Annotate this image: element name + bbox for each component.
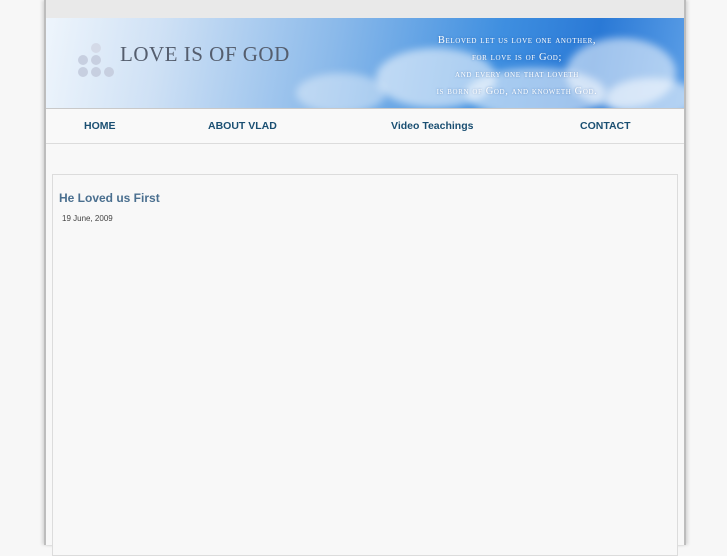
verse-line: for love is of God; (472, 52, 562, 63)
nav-item-contact[interactable]: CONTACT (580, 120, 631, 132)
post-date: 19 June, 2009 (62, 214, 113, 223)
top-strip (46, 0, 684, 18)
verse-line: and every one that loveth (455, 69, 579, 80)
nav-item-about-vlad[interactable]: ABOUT VLAD (208, 120, 277, 132)
nav-item-video-teachings[interactable]: Video Teachings (391, 120, 473, 132)
post-title[interactable]: He Loved us First (59, 191, 160, 205)
nav-item-home[interactable]: HOME (84, 120, 116, 132)
header-banner: LOVE IS OF GOD Beloved let us love one a… (46, 18, 684, 109)
page-frame: LOVE IS OF GOD Beloved let us love one a… (44, 0, 686, 556)
post-content-panel: He Loved us First 19 June, 2009 (52, 174, 678, 556)
site-title[interactable]: LOVE IS OF GOD (120, 42, 290, 67)
logo-icon[interactable] (78, 43, 114, 79)
verse-line: Beloved let us love one another, (437, 35, 597, 46)
main-nav: HOME ABOUT VLAD Video Teachings CONTACT (46, 109, 684, 144)
banner-verse: Beloved let us love one another, for lov… (402, 32, 632, 100)
verse-line: is born of God, and knoweth God. (436, 86, 598, 97)
